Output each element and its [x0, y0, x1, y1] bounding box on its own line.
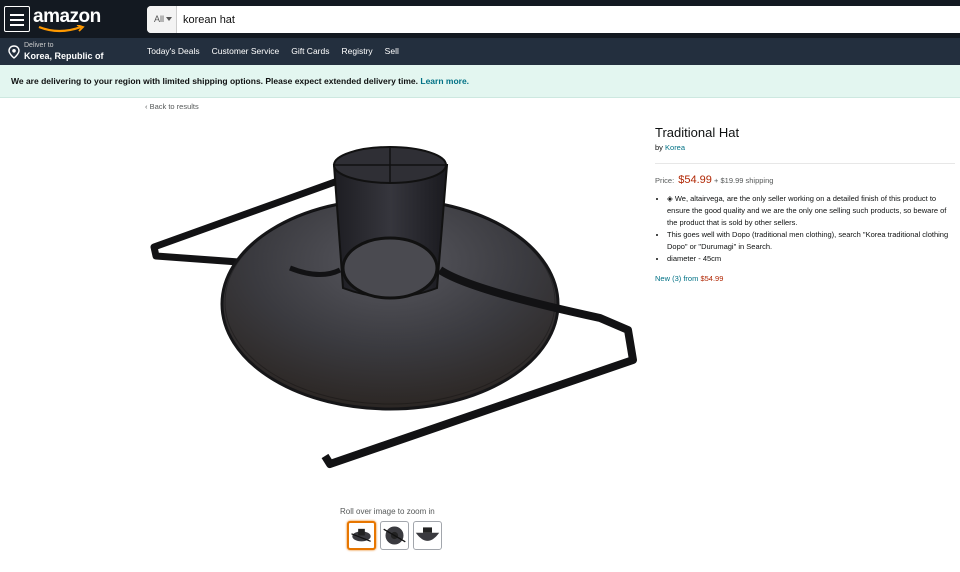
feature-bullet: diameter - 45cm — [667, 253, 955, 265]
shipping-notice-banner: We are delivering to your region with li… — [0, 65, 960, 98]
price-value: $54.99 — [678, 174, 712, 186]
banner-text: We are delivering to your region with li… — [11, 76, 469, 86]
feature-bullets: ◈ We, altairvega, are the only seller wo… — [655, 193, 955, 265]
feature-bullet: ◈ We, altairvega, are the only seller wo… — [667, 193, 955, 229]
new-offers-text: New (3) from — [655, 274, 699, 283]
nav-link-customer-service[interactable]: Customer Service — [212, 46, 280, 56]
top-navbar: amazon All — [0, 0, 960, 38]
nav-link-sell[interactable]: Sell — [385, 46, 399, 56]
chevron-down-icon — [166, 17, 173, 21]
deliver-to-location: Korea, Republic of — [24, 51, 104, 61]
byline: by Korea — [655, 143, 955, 152]
price-row: Price: $54.99 + $19.99 shipping — [655, 174, 955, 186]
zoom-hint: Roll over image to zoom in — [340, 507, 435, 516]
smile-icon — [38, 25, 85, 33]
by-prefix: by — [655, 143, 663, 152]
deliver-to-label: Deliver to — [24, 42, 54, 49]
learn-more-link[interactable]: Learn more. — [420, 76, 469, 86]
nav-link-registry[interactable]: Registry — [341, 46, 372, 56]
back-to-results-link[interactable]: ‹ Back to results — [145, 102, 199, 111]
subnav-links: Today's Deals Customer Service Gift Card… — [147, 46, 411, 56]
location-pin-icon — [8, 45, 20, 59]
search-input[interactable] — [183, 6, 943, 33]
thumbnail-2[interactable] — [380, 521, 409, 550]
thumbnail-1[interactable] — [347, 521, 376, 550]
product-main-image[interactable] — [140, 130, 650, 480]
new-offers-price: $54.99 — [700, 274, 724, 283]
search-category-label: All — [154, 14, 165, 24]
amazon-logo[interactable]: amazon — [33, 4, 105, 34]
nav-link-todays-deals[interactable]: Today's Deals — [147, 46, 200, 56]
price-label: Price: — [655, 176, 675, 185]
product-details: Traditional Hat by Korea Price: $54.99 +… — [655, 125, 955, 283]
banner-message: We are delivering to your region with li… — [11, 76, 418, 86]
brand-link[interactable]: Korea — [665, 143, 685, 152]
shipping-cost: + $19.99 shipping — [714, 176, 774, 185]
divider — [655, 163, 955, 164]
product-title: Traditional Hat — [655, 125, 740, 140]
menu-icon[interactable] — [4, 6, 30, 32]
new-offers-link[interactable]: New (3) from $54.99 — [655, 274, 955, 283]
thumbnail-3[interactable] — [413, 521, 442, 550]
search-bar: All — [147, 6, 960, 33]
thumbnail-strip — [347, 521, 442, 550]
search-category-dropdown[interactable]: All — [147, 6, 177, 33]
sub-navbar: Deliver to Korea, Republic of Today's De… — [0, 38, 960, 65]
feature-bullet: This goes well with Dopo (traditional me… — [667, 229, 955, 253]
nav-link-gift-cards[interactable]: Gift Cards — [291, 46, 329, 56]
